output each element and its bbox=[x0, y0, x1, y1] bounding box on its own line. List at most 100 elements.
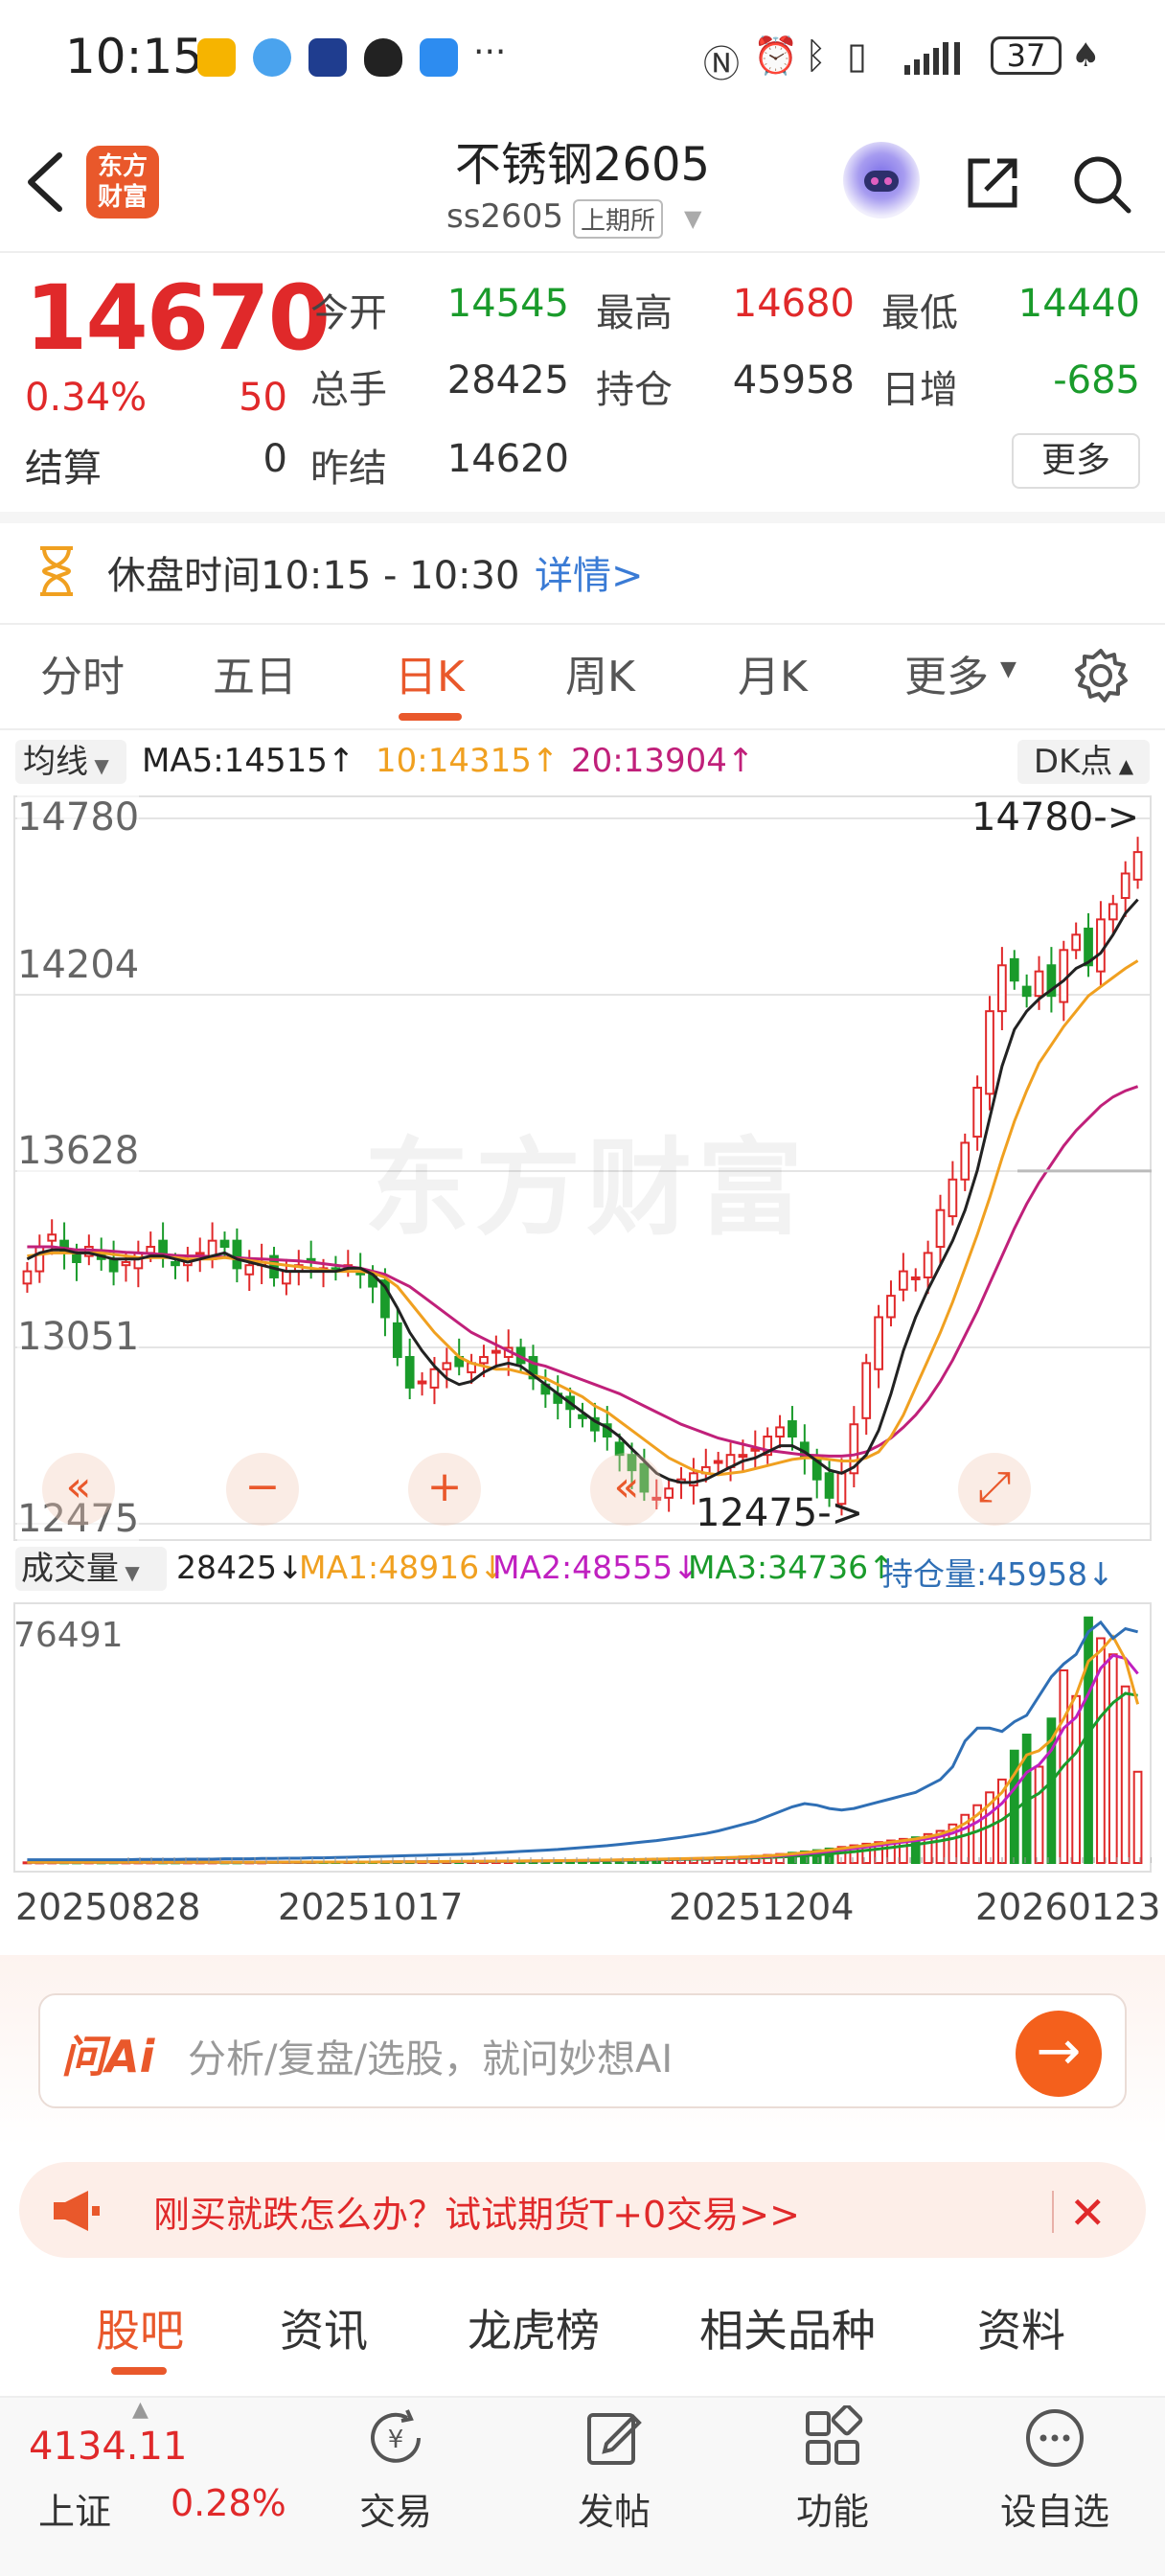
candle-body bbox=[985, 1010, 994, 1095]
open-label: 今开 bbox=[310, 291, 387, 335]
more-circle-icon bbox=[1026, 2409, 1084, 2467]
gear-icon bbox=[1075, 649, 1128, 702]
candle-body bbox=[874, 1316, 883, 1370]
dk-point-label: DK点 bbox=[1033, 743, 1113, 781]
caret-down-icon[interactable]: ▼ bbox=[1000, 657, 1017, 681]
volume-chart[interactable] bbox=[13, 1602, 1152, 1873]
candle-body bbox=[244, 1264, 255, 1276]
promo-text[interactable]: 刚买就跌怎么办？试试期货T+0交易>> bbox=[153, 2185, 800, 2238]
tab-news[interactable]: 资讯 bbox=[280, 2296, 368, 2359]
settle-label: 结算 bbox=[25, 447, 102, 491]
open-interest-legend: 持仓量:45958↓ bbox=[881, 1555, 1114, 1593]
volume-ma1-line bbox=[27, 1634, 1140, 1864]
candle-body bbox=[1071, 933, 1082, 952]
caret-down-icon[interactable]: ▼ bbox=[684, 205, 701, 232]
more-quote-button[interactable]: 更多 bbox=[1012, 433, 1140, 489]
watermark: 东方财富 bbox=[364, 1127, 809, 1250]
volume-max-label: 76491 bbox=[13, 1616, 124, 1655]
candle-body bbox=[935, 1208, 946, 1249]
dk-point-button[interactable]: DK点 ▲ bbox=[1017, 740, 1150, 784]
candle-body bbox=[171, 1260, 180, 1267]
candle-body bbox=[861, 1362, 872, 1419]
chat-icon bbox=[253, 38, 291, 77]
ai-submit-button[interactable]: → bbox=[1016, 2011, 1102, 2097]
svg-text:¥: ¥ bbox=[388, 2426, 404, 2454]
signal-icon bbox=[904, 38, 981, 77]
candle-body bbox=[664, 1487, 674, 1499]
trade-icon: ¥ bbox=[371, 2409, 421, 2463]
scroll-right-button[interactable]: « bbox=[590, 1453, 663, 1526]
x-axis-label: 20250828 bbox=[15, 1886, 201, 1928]
tab-five-day[interactable]: 五日 bbox=[213, 642, 297, 703]
tab-weekly-k[interactable]: 周K bbox=[565, 642, 635, 703]
candle-body bbox=[775, 1426, 785, 1438]
candle-body bbox=[404, 1355, 415, 1389]
index-value[interactable]: 4134.11 bbox=[29, 2425, 187, 2469]
app-icon bbox=[308, 38, 347, 77]
nav-post[interactable]: 发帖 bbox=[542, 2405, 686, 2535]
zoom-in-button[interactable]: + bbox=[408, 1453, 481, 1526]
low-annotation: 12475-> bbox=[696, 1491, 864, 1535]
candle-body bbox=[429, 1368, 440, 1389]
chart-settings-button[interactable] bbox=[1073, 648, 1129, 703]
vol-ma1-legend: MA1:48916↓ bbox=[299, 1549, 506, 1586]
message-icon bbox=[420, 38, 458, 77]
vol-ma2-legend: MA2:48555↓ bbox=[492, 1549, 699, 1586]
market-break-text: 休盘时间10:15 - 10:30 bbox=[107, 554, 520, 598]
volume-bar bbox=[1132, 1770, 1143, 1864]
candle-body bbox=[738, 1454, 748, 1459]
fullscreen-button[interactable]: ⤢ bbox=[958, 1453, 1031, 1526]
tab-related[interactable]: 相关品种 bbox=[699, 2296, 876, 2359]
candle-body bbox=[47, 1233, 57, 1242]
tab-intraday[interactable]: 分时 bbox=[40, 642, 125, 703]
candle-body bbox=[788, 1420, 797, 1438]
close-icon[interactable]: ✕ bbox=[1069, 2187, 1107, 2239]
candle-body bbox=[960, 1141, 971, 1181]
ai-assistant-icon[interactable] bbox=[843, 142, 920, 218]
open-interest-value: 45958 bbox=[732, 358, 855, 402]
nav-trade[interactable]: ¥ 交易 bbox=[324, 2405, 468, 2535]
candle-body bbox=[948, 1178, 958, 1218]
tab-forum[interactable]: 股吧 bbox=[96, 2296, 184, 2359]
change-amount: 50 bbox=[239, 376, 287, 420]
nav-functions[interactable]: 功能 bbox=[761, 2405, 904, 2535]
candle-body bbox=[1120, 872, 1131, 900]
zoom-out-button[interactable]: − bbox=[226, 1453, 299, 1526]
search-button[interactable] bbox=[1071, 153, 1132, 215]
nav-trade-label: 交易 bbox=[358, 2491, 432, 2533]
volume-value: 28425 bbox=[446, 358, 569, 402]
tab-dragon-tiger[interactable]: 龙虎榜 bbox=[468, 2296, 600, 2359]
megaphone-icon bbox=[50, 2189, 102, 2233]
share-button[interactable] bbox=[963, 153, 1022, 213]
open-interest-label: 持仓 bbox=[596, 368, 673, 412]
tab-profile[interactable]: 资料 bbox=[977, 2296, 1065, 2359]
battery-indicator: 37 bbox=[991, 36, 1062, 75]
exchange-badge[interactable]: 上期所 bbox=[573, 199, 664, 239]
ma-selector[interactable]: 均线 ▼ bbox=[15, 740, 126, 784]
ai-search-placeholder[interactable]: 分析/复盘/选股，就问妙想AI bbox=[188, 2028, 673, 2083]
arrow-right-icon: → bbox=[1036, 2020, 1082, 2082]
scroll-left-button[interactable]: « bbox=[42, 1453, 115, 1526]
caret-up-icon[interactable]: ▲ bbox=[132, 2398, 148, 2422]
weibo-icon bbox=[197, 38, 236, 77]
break-detail-link[interactable]: 详情> bbox=[535, 544, 644, 600]
tab-daily-k[interactable]: 日K bbox=[395, 642, 465, 703]
vol-ma3-legend: MA3:34736↑ bbox=[688, 1549, 895, 1586]
candle-body bbox=[713, 1460, 723, 1464]
candle-body bbox=[1009, 957, 1019, 982]
volume-bar bbox=[1120, 1685, 1131, 1864]
tab-monthly-k[interactable]: 月K bbox=[738, 642, 808, 703]
back-button[interactable] bbox=[21, 144, 69, 220]
high-label: 最高 bbox=[596, 291, 673, 335]
candle-body bbox=[219, 1239, 230, 1249]
index-change: 0.28% bbox=[171, 2482, 286, 2524]
candle-body bbox=[133, 1252, 144, 1270]
low-value: 14440 bbox=[1017, 282, 1140, 326]
tab-more[interactable]: 更多 bbox=[904, 642, 989, 703]
app-logo: 东方 财富 bbox=[86, 146, 159, 218]
indicator-selector[interactable]: 成交量 ▼ bbox=[15, 1547, 167, 1591]
hourglass-icon bbox=[34, 544, 79, 598]
nav-add-watchlist[interactable]: 设自选 bbox=[983, 2405, 1127, 2535]
candle-body bbox=[886, 1295, 896, 1319]
candle-body bbox=[479, 1355, 489, 1365]
